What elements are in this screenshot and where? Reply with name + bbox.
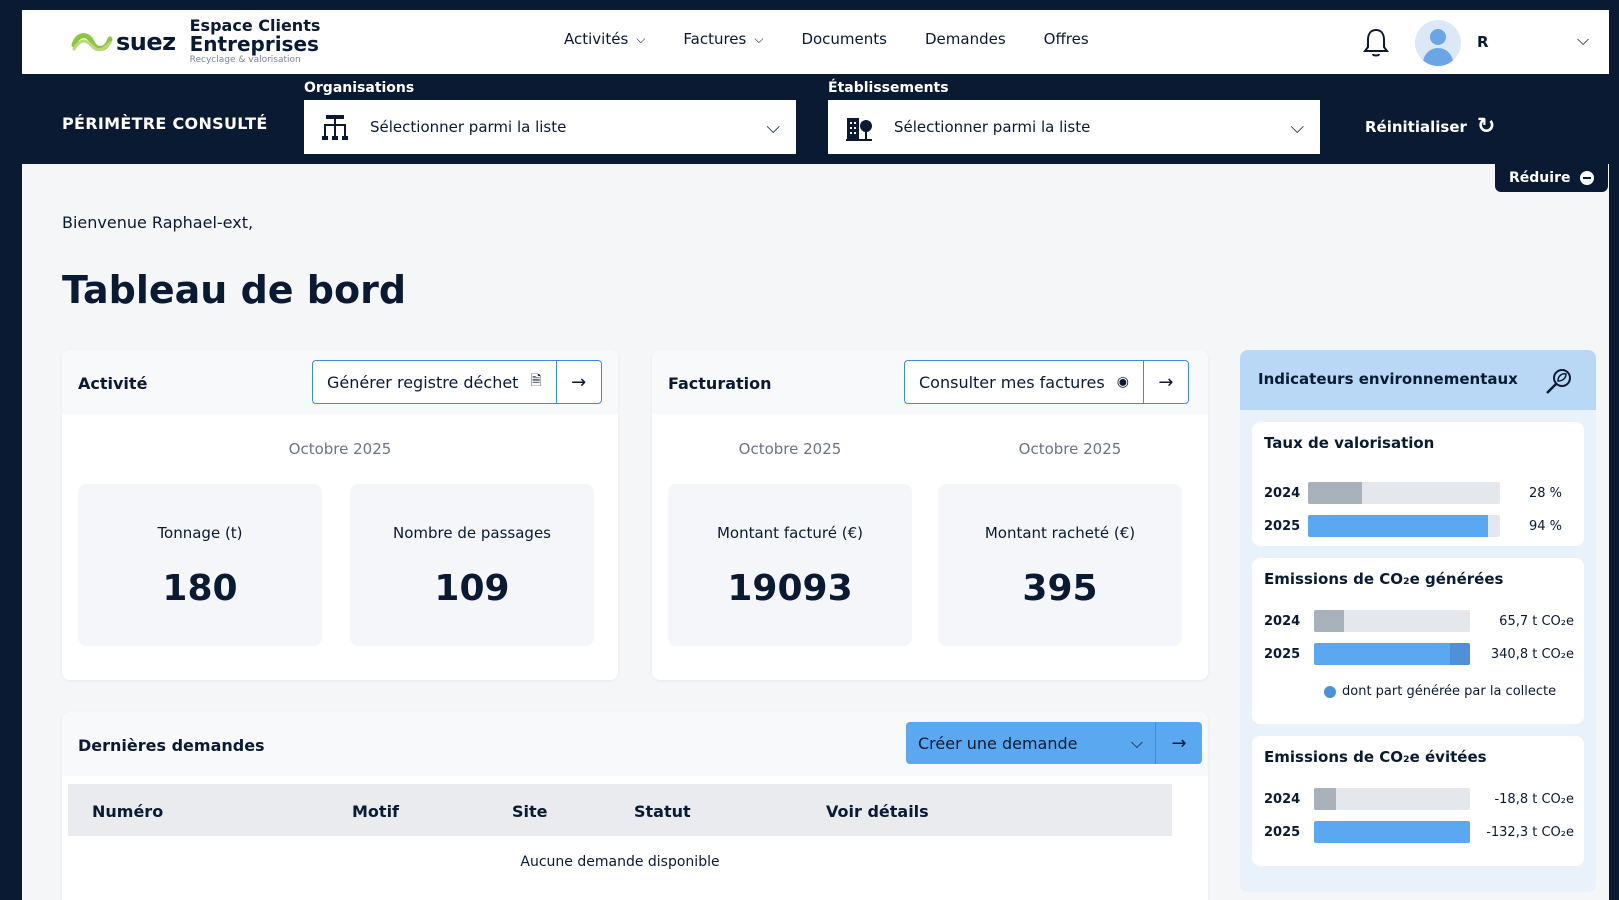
- nav-activites[interactable]: Activités ⌵: [564, 30, 645, 48]
- activite-title: Activité: [78, 374, 148, 393]
- facturation-period-2: Octobre 2025: [1018, 440, 1122, 458]
- top-bar: suez Espace Clients Entreprises Recyclag…: [22, 10, 1609, 74]
- evitees-row-2025: 2025 -132,3 t CO₂e: [1264, 821, 1574, 843]
- organisations-placeholder: Sélectionner parmi la liste: [370, 118, 567, 136]
- nav-demandes[interactable]: Demandes: [925, 30, 1006, 48]
- valorisation-bar-2025: [1308, 515, 1489, 537]
- etablissements-label: Établissements: [828, 80, 949, 96]
- emissions-row-2025: 2025 340,8 t CO₂e: [1264, 643, 1574, 665]
- creer-demande-group: Créer une demande ⌵ →: [906, 722, 1202, 764]
- minus-circle-icon: [1580, 171, 1595, 185]
- portal-title: Espace Clients Entreprises Recyclage & v…: [189, 16, 321, 65]
- nav-offres[interactable]: Offres: [1044, 30, 1089, 48]
- user-menu-chevron-icon[interactable]: ⌵: [1577, 30, 1589, 50]
- col-statut[interactable]: Statut: [634, 802, 691, 821]
- valorisation-bar-2024: [1308, 482, 1362, 504]
- emissions-generees-title: Emissions de CO₂e générées: [1264, 570, 1504, 588]
- chevron-down-icon: ⌵: [1130, 733, 1143, 752]
- perimetre-label: PÉRIMÈTRE CONSULTÉ: [62, 114, 268, 133]
- welcome-text: Bienvenue Raphael-ext,: [62, 213, 254, 232]
- logo[interactable]: suez Espace Clients Entreprises Recyclag…: [70, 18, 320, 65]
- activite-period: Octobre 2025: [288, 440, 392, 458]
- facturation-arrow-button[interactable]: →: [1144, 361, 1188, 403]
- chevron-down-icon: ⌵: [1290, 116, 1304, 138]
- creer-demande-button[interactable]: Créer une demande ⌵: [906, 722, 1156, 764]
- document-download-icon: 🗎: [530, 373, 542, 389]
- reset-button[interactable]: Réinitialiser ↻: [1365, 114, 1495, 139]
- organisations-select[interactable]: Sélectionner parmi la liste ⌵: [304, 100, 796, 154]
- etablissements-select[interactable]: Sélectionner parmi la liste ⌵: [828, 100, 1320, 154]
- valorisation-row-2025: 2025 94 %: [1264, 515, 1574, 537]
- consulter-factures-group: Consulter mes factures ◉ →: [904, 360, 1189, 404]
- env-indicators-panel: Indicateurs environnementaux Taux de val…: [1240, 350, 1596, 892]
- chevron-down-icon: ⌵: [636, 31, 646, 46]
- etablissements-group: Établissements Sélectionner parmi la lis…: [828, 74, 1320, 154]
- kpi-montant-facture: Montant facturé (€) 19093: [668, 484, 912, 646]
- app-frame: suez Espace Clients Entreprises Recyclag…: [22, 10, 1609, 900]
- activite-arrow-button[interactable]: →: [557, 361, 601, 403]
- col-numero[interactable]: Numéro: [92, 802, 163, 821]
- organisations-group: Organisations Sélectionner parmi la list…: [304, 74, 796, 154]
- nav-factures[interactable]: Factures ⌵: [683, 30, 763, 48]
- nav-documents[interactable]: Documents: [801, 30, 887, 48]
- facturation-card: Facturation Consulter mes factures ◉ → O…: [652, 350, 1208, 680]
- emissions-bar-2025: [1314, 643, 1470, 665]
- emissions-row-2024: 2024 65,7 t CO₂e: [1264, 610, 1574, 632]
- legend-dot: [1324, 685, 1336, 698]
- page-title: Tableau de bord: [62, 268, 407, 312]
- valorisation-row-2024: 2024 28 %: [1264, 482, 1574, 504]
- perimetre-bar: PÉRIMÈTRE CONSULTÉ Organisations Sélecti…: [22, 74, 1609, 164]
- user-initial: R: [1477, 33, 1489, 51]
- demandes-arrow-button[interactable]: →: [1156, 722, 1202, 764]
- chevron-down-icon: ⌵: [754, 31, 764, 46]
- emissions-collecte-bar-2025: [1449, 643, 1470, 665]
- etablissements-placeholder: Sélectionner parmi la liste: [894, 118, 1091, 136]
- kpi-passages: Nombre de passages 109: [350, 484, 594, 646]
- consulter-factures-button[interactable]: Consulter mes factures ◉: [905, 361, 1144, 403]
- suez-logo-icon: [71, 32, 113, 51]
- kpi-montant-rachete: Montant racheté (€) 395: [938, 484, 1182, 646]
- col-voir-details: Voir détails: [826, 802, 929, 821]
- org-tree-icon: [322, 115, 348, 140]
- building-icon: [846, 118, 872, 141]
- brand-name: suez: [116, 27, 176, 56]
- evitees-bar-2025: [1314, 821, 1470, 843]
- emissions-generees-card: Emissions de CO₂e générées 2024 65,7 t C…: [1252, 558, 1584, 724]
- evitees-bar-2024: [1314, 788, 1336, 810]
- facturation-period-1: Octobre 2025: [738, 440, 842, 458]
- activite-card: Activité Générer registre déchet 🗎 → Oct…: [62, 350, 618, 680]
- emissions-bar-2024: [1314, 610, 1344, 632]
- col-motif[interactable]: Motif: [352, 802, 399, 821]
- avatar[interactable]: [1415, 20, 1461, 66]
- empty-state: Aucune demande disponible: [520, 854, 720, 870]
- emissions-evitees-title: Emissions de CO₂e évitées: [1264, 748, 1487, 766]
- chevron-down-icon: ⌵: [766, 116, 780, 138]
- taux-valorisation-card: Taux de valorisation 2024 28 % 2025 94 %: [1252, 422, 1584, 546]
- eye-icon: ◉: [1116, 374, 1129, 390]
- bell-icon[interactable]: [1362, 26, 1390, 58]
- organisations-label: Organisations: [304, 80, 415, 96]
- env-title: Indicateurs environnementaux: [1258, 370, 1518, 388]
- demandes-card: Dernières demandes Créer une demande ⌵ →…: [62, 712, 1208, 900]
- refresh-icon: ↻: [1476, 114, 1496, 139]
- taux-valorisation-title: Taux de valorisation: [1264, 434, 1435, 452]
- demandes-title: Dernières demandes: [78, 736, 265, 755]
- facturation-title: Facturation: [668, 374, 772, 393]
- collecte-legend: dont part générée par la collecte: [1324, 684, 1556, 699]
- main-nav: Activités ⌵ Factures ⌵ Documents Demandes …: [564, 30, 1127, 48]
- col-site[interactable]: Site: [512, 802, 548, 821]
- evitees-row-2024: 2024 -18,8 t CO₂e: [1264, 788, 1574, 810]
- reduce-button[interactable]: Réduire: [1495, 164, 1609, 192]
- kpi-tonnage: Tonnage (t) 180: [78, 484, 322, 646]
- demandes-table-header: Numéro Motif Site Statut Voir détails: [68, 784, 1172, 836]
- emissions-evitees-card: Emissions de CO₂e évitées 2024 -18,8 t C…: [1252, 736, 1584, 866]
- generer-registre-group: Générer registre déchet 🗎 →: [312, 360, 602, 404]
- leaf-magnifier-icon[interactable]: [1544, 366, 1574, 396]
- generer-registre-button[interactable]: Générer registre déchet 🗎: [313, 361, 557, 403]
